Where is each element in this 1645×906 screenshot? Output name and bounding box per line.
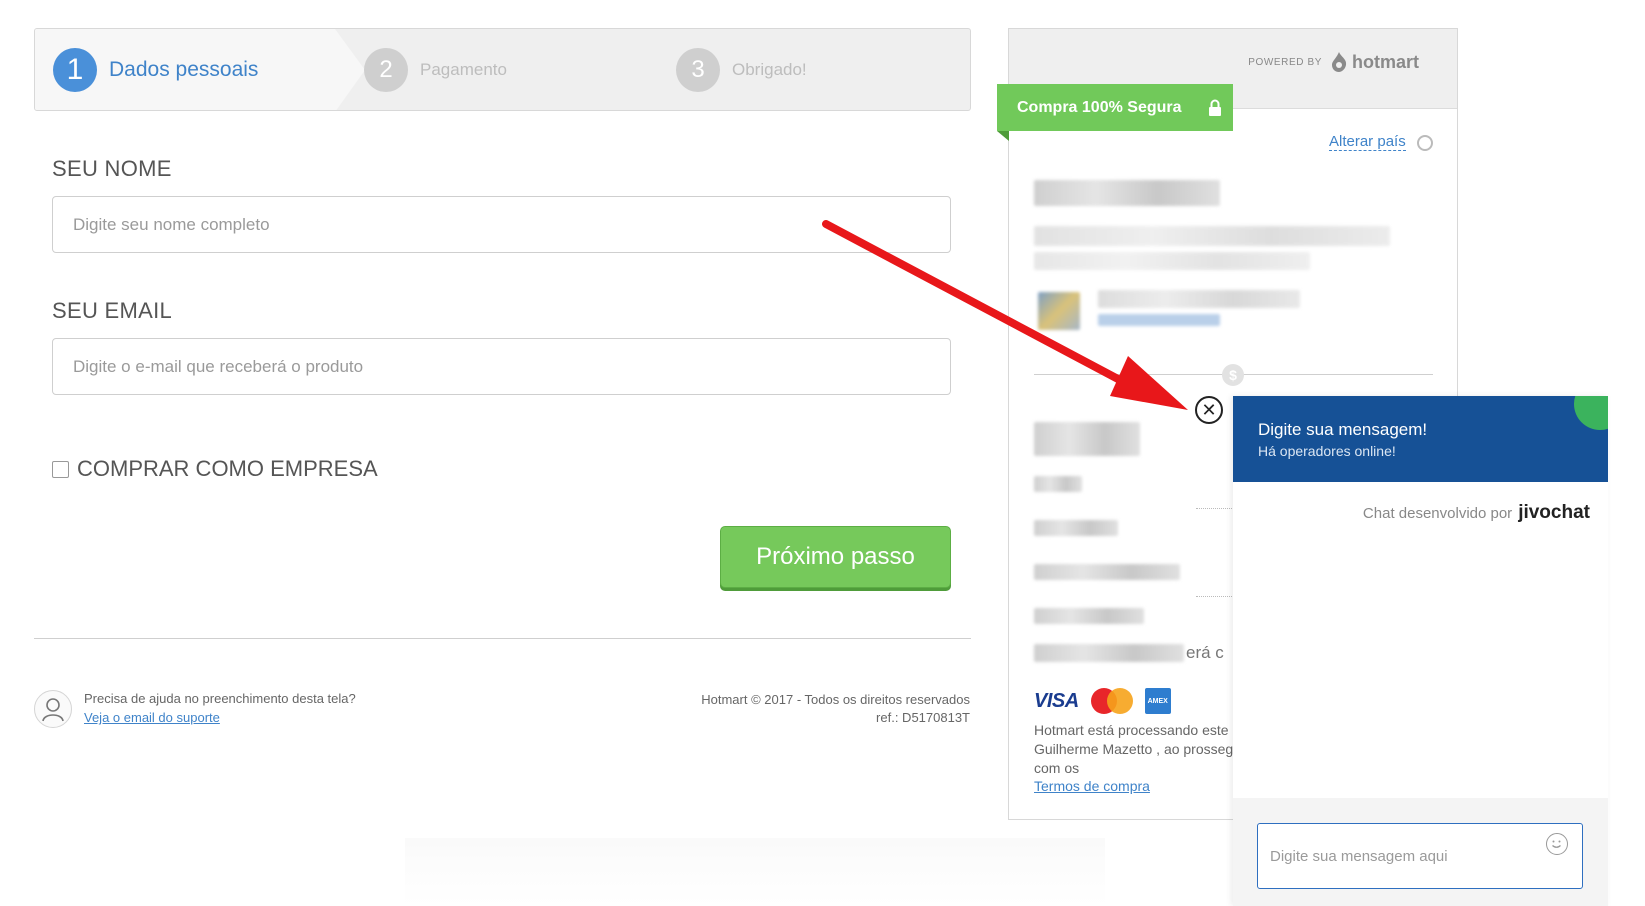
chat-subtitle: Há operadores online!: [1258, 443, 1396, 459]
blurred-line: [1034, 644, 1184, 662]
email-label: SEU EMAIL: [52, 298, 173, 323]
step-thanks[interactable]: 3 Obrigado!: [676, 47, 807, 93]
email-input[interactable]: [52, 338, 951, 395]
processing-line: Guilherme Mazetto , ao prosseg: [1034, 741, 1234, 757]
dotted-line: [1196, 508, 1236, 509]
processing-notice: Hotmart está processando este Guilherme …: [1034, 721, 1234, 778]
copyright: Hotmart © 2017 - Todos os direitos reser…: [701, 691, 970, 727]
chat-powered-by: Chat desenvolvido por jivochat: [1363, 502, 1590, 524]
step-label: Pagamento: [420, 60, 507, 79]
blurred-line: [1034, 608, 1144, 624]
terms-of-purchase-link[interactable]: Termos de compra: [1034, 778, 1150, 794]
step-personal-data[interactable]: 1 Dados pessoais: [53, 47, 258, 93]
jivochat-logo[interactable]: jivochat: [1518, 502, 1590, 524]
copyright-text: Hotmart © 2017 - Todos os direitos reser…: [701, 692, 970, 707]
badge-fold: [997, 131, 1009, 141]
step-payment[interactable]: 2 Pagamento: [364, 47, 507, 93]
chat-developed-by-text: Chat desenvolvido por: [1362, 505, 1513, 522]
flame-icon: [1332, 52, 1347, 72]
divider: [34, 638, 971, 639]
blurred-author-name: [1098, 290, 1300, 308]
processing-line: Hotmart está processando este: [1034, 722, 1229, 738]
change-country-link[interactable]: Alterar país: [1329, 133, 1406, 151]
step-number: 2: [364, 48, 408, 92]
dotted-line: [1196, 596, 1236, 597]
bottom-shadow: [405, 838, 1105, 906]
emoji-icon[interactable]: [1546, 833, 1568, 855]
chat-message-input[interactable]: [1257, 823, 1583, 889]
chat-messages-area: [1233, 482, 1608, 798]
chat-title: Digite sua mensagem!: [1258, 420, 1428, 439]
blurred-product-image: [1038, 292, 1080, 330]
checkout-page: 1 Dados pessoais 2 Pagamento 3 Obrigado!…: [0, 0, 1645, 906]
step-label: Obrigado!: [732, 60, 807, 79]
blurred-product-description: [1034, 226, 1390, 246]
amex-logo: AMEX: [1144, 688, 1171, 714]
mastercard-logo: [1090, 688, 1133, 714]
chat-header[interactable]: Digite sua mensagem! Há operadores onlin…: [1233, 396, 1608, 482]
online-indicator: [1574, 396, 1608, 430]
smiley-face-icon: [1552, 840, 1561, 848]
blurred-product-title: [1034, 180, 1220, 206]
blurred-line: [1034, 476, 1082, 492]
step-number: 1: [53, 48, 97, 92]
dollar-icon: $: [1222, 364, 1244, 386]
person-icon: [42, 698, 64, 722]
step-number: 3: [676, 48, 720, 92]
globe-icon: [1417, 135, 1433, 151]
hotmart-brand-text: hotmart: [1352, 51, 1419, 72]
close-chat-button[interactable]: ✕: [1195, 396, 1223, 424]
blurred-author-link: [1098, 314, 1220, 326]
blurred-product-description: [1034, 252, 1310, 270]
active-step-arrow: [335, 29, 365, 110]
blurred-line: [1034, 564, 1180, 580]
support-agent-icon: [34, 690, 72, 728]
next-step-button[interactable]: Próximo passo: [720, 526, 951, 588]
buy-as-company-row[interactable]: COMPRAR COMO EMPRESA: [52, 456, 378, 482]
hotmart-logo: hotmart: [1330, 51, 1419, 73]
powered-by-hotmart: POWERED BY hotmart: [1248, 51, 1419, 73]
lock-icon: [1208, 99, 1221, 116]
secure-purchase-text: Compra 100% Segura: [1017, 98, 1182, 116]
powered-by-label: POWERED BY: [1248, 56, 1322, 68]
support-email-link[interactable]: Veja o email do suporte: [84, 710, 220, 725]
name-input[interactable]: [52, 196, 951, 253]
processing-line: com os: [1034, 760, 1080, 776]
partial-text: erá c: [1186, 643, 1224, 662]
chat-widget: Digite sua mensagem! Há operadores onlin…: [1233, 396, 1608, 906]
visa-logo: VISA: [1034, 689, 1079, 712]
card-brands: VISA AMEX: [1034, 688, 1171, 714]
name-label: SEU NOME: [52, 156, 172, 181]
step-label: Dados pessoais: [109, 58, 259, 81]
buy-as-company-label[interactable]: COMPRAR COMO EMPRESA: [77, 456, 378, 482]
buy-as-company-checkbox[interactable]: [52, 460, 69, 478]
help-text: Precisa de ajuda no preenchimento desta …: [84, 691, 356, 706]
secure-purchase-badge: Compra 100% Segura: [997, 84, 1233, 131]
blurred-line: [1034, 520, 1118, 536]
reference-code: ref.: D5170813T: [876, 710, 970, 725]
blurred-price: [1034, 422, 1140, 456]
checkout-steps: 1 Dados pessoais 2 Pagamento 3 Obrigado!: [34, 28, 971, 111]
